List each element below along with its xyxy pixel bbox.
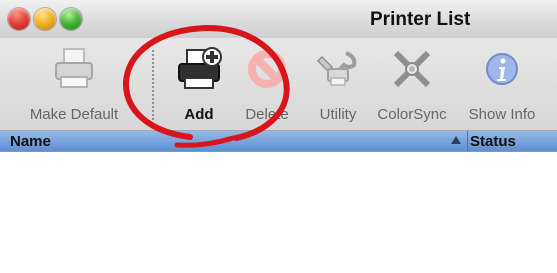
add-button[interactable]: Add xyxy=(168,47,230,123)
show-info-button[interactable]: Show Info xyxy=(456,47,548,123)
printer-default-icon xyxy=(55,48,93,88)
minimize-button[interactable] xyxy=(34,8,56,30)
zoom-button[interactable] xyxy=(60,8,82,30)
sort-ascending-icon xyxy=(451,136,461,144)
colorsync-icon xyxy=(393,50,431,88)
title-bar[interactable]: Printer List xyxy=(0,0,557,38)
printer-list[interactable] xyxy=(0,152,557,273)
delete-button[interactable]: Delete xyxy=(231,47,303,123)
toolbar: Make Default Add Delete Utility ColorSyn… xyxy=(0,38,557,131)
column-header-name[interactable]: Name xyxy=(10,133,51,150)
make-default-label: Make Default xyxy=(29,106,119,123)
utility-icon xyxy=(316,51,357,86)
column-divider[interactable] xyxy=(467,131,468,151)
window-title: Printer List xyxy=(370,9,471,30)
add-label: Add xyxy=(184,106,214,123)
colorsync-label: ColorSync xyxy=(377,106,447,123)
toolbar-separator xyxy=(152,50,155,120)
info-icon xyxy=(486,53,518,85)
utility-label: Utility xyxy=(319,106,357,123)
delete-icon xyxy=(248,50,286,88)
make-default-button[interactable]: Make Default xyxy=(4,47,144,123)
colorsync-button[interactable]: ColorSync xyxy=(370,47,454,123)
column-header-status[interactable]: Status xyxy=(470,133,516,150)
delete-label: Delete xyxy=(245,106,289,123)
utility-button[interactable]: Utility xyxy=(306,47,370,123)
show-info-label: Show Info xyxy=(468,106,536,123)
list-header[interactable]: Name Status xyxy=(0,131,557,152)
printer-list-window: Printer List Make Default Add Delete Uti… xyxy=(0,0,557,273)
close-button[interactable] xyxy=(8,8,30,30)
printer-add-icon xyxy=(178,47,222,89)
